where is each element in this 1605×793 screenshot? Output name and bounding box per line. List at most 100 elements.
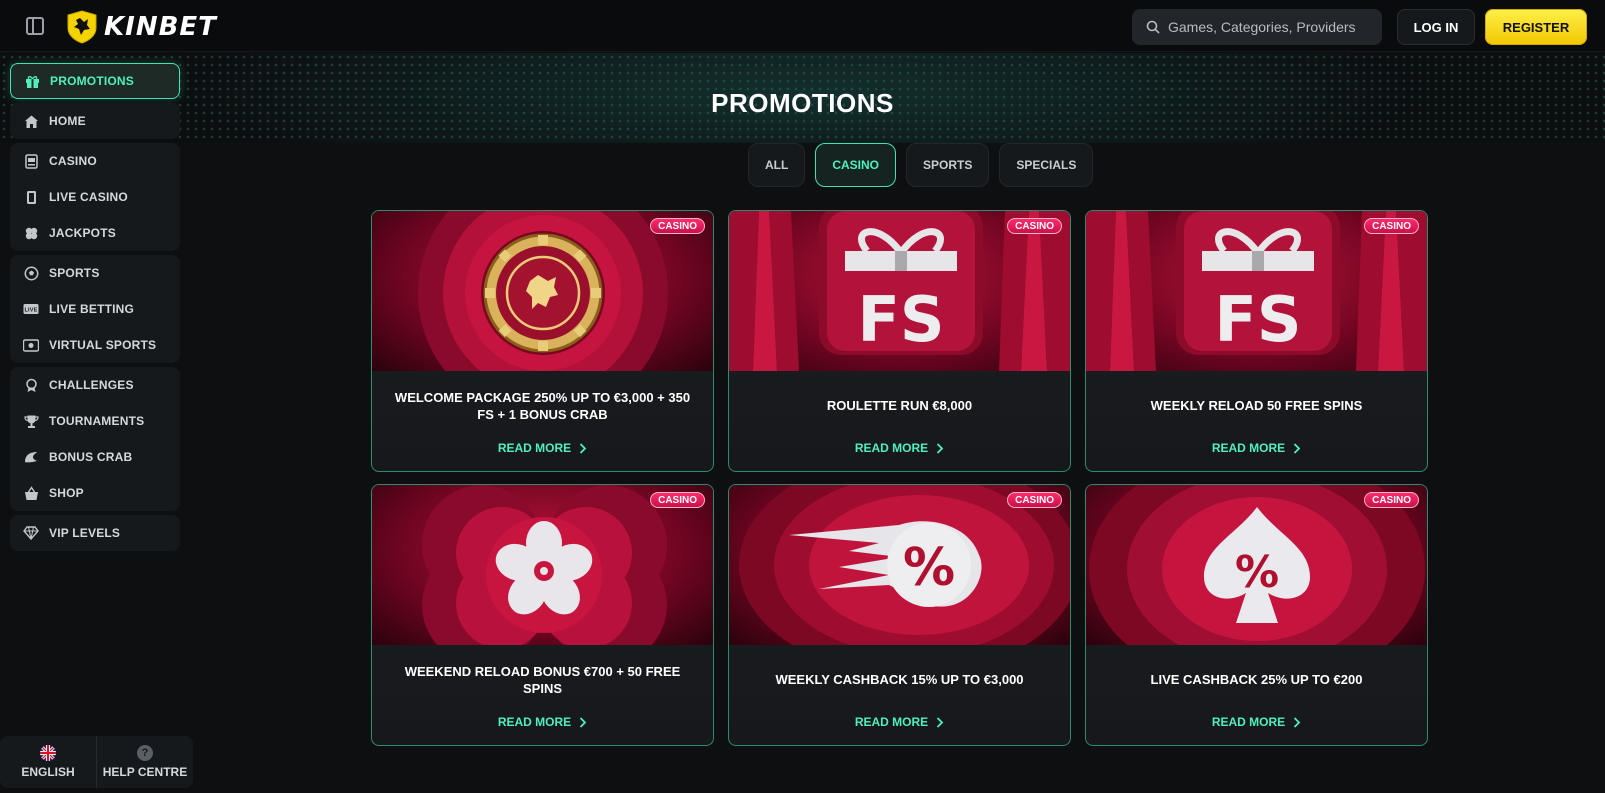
read-more-label: READ MORE [854,441,929,455]
promo-title: WEEKLY CASHBACK 15% UP TO €3,000 [775,672,1024,687]
chevron-right-icon [1294,442,1301,454]
chevron-right-icon [937,716,944,728]
promo-card[interactable]: FS CASINO ROULETTE RUN €8,000 READ MORE [728,210,1071,472]
language-button[interactable]: ENGLISH [0,736,96,788]
sidebar-item-jackpots[interactable]: JACKPOTS [10,215,180,251]
chevron-right-icon [580,716,587,728]
live-icon: LIVE [23,301,39,317]
promo-title: ROULETTE RUN €8,000 [826,398,973,413]
sidebar-item-vip-levels[interactable]: VIP LEVELS [10,515,180,551]
chevron-right-icon [1294,716,1301,728]
promo-card[interactable]: CASINO WELCOME PACKAGE 250% UP TO €3,000… [371,210,714,472]
read-more-link[interactable]: READ MORE [729,715,1070,729]
search-box[interactable] [1132,9,1382,45]
login-button[interactable]: LOG IN [1397,9,1475,45]
sidebar-item-label: LIVE BETTING [49,302,135,316]
sidebar-group: CHALLENGES TOURNAMENTS BONUS CRAB SHOP [10,367,180,511]
promo-title: LIVE CASHBACK 25% UP TO €200 [1150,672,1363,687]
tab-sports[interactable]: SPORTS [906,143,990,187]
category-badge: CASINO [650,492,705,508]
sidebar-item-label: TOURNAMENTS [49,414,145,428]
sidebar-footer: ENGLISH ? HELP CENTRE [0,736,193,788]
read-more-label: READ MORE [497,715,572,729]
promo-image [372,485,713,645]
promo-title: WEEKEND RELOAD BONUS €700 + 50 FREE SPIN… [404,664,681,696]
read-more-link[interactable]: READ MORE [1086,441,1427,455]
sidebar-item-tournaments[interactable]: TOURNAMENTS [10,403,180,439]
category-badge: CASINO [650,218,705,234]
promo-title: WELCOME PACKAGE 250% UP TO €3,000 + 350 … [394,390,691,422]
read-more-label: READ MORE [1211,715,1286,729]
chevron-right-icon [580,442,587,454]
top-bar: KINBET LOG IN REGISTER [0,0,1605,52]
help-centre-button[interactable]: ? HELP CENTRE [96,736,193,788]
register-button[interactable]: REGISTER [1485,9,1587,45]
sidebar-item-virtual-sports[interactable]: VIRTUAL SPORTS [10,327,180,363]
promo-image: FS [1086,211,1427,371]
promo-card[interactable]: CASINO WEEKEND RELOAD BONUS €700 + 50 FR… [371,484,714,746]
promotions-grid: CASINO WELCOME PACKAGE 250% UP TO €3,000… [371,210,1428,746]
sidebar-item-label: SPORTS [49,266,100,280]
sidebar-item-label: VIP LEVELS [49,526,121,540]
sidebar-item-bonus-crab[interactable]: BONUS CRAB [10,439,180,475]
read-more-label: READ MORE [854,715,929,729]
search-input[interactable] [1168,19,1368,35]
category-badge: CASINO [1364,492,1419,508]
help-icon: ? [137,745,153,761]
promo-image: % [729,485,1070,645]
filter-tabs: ALL CASINO SPORTS SPECIALS [748,143,1094,187]
category-badge: CASINO [1007,492,1062,508]
medal-icon [23,377,39,393]
svg-text:FS: FS [1214,283,1301,356]
category-badge: CASINO [1364,218,1419,234]
promo-card[interactable]: % CASINO LIVE CASHBACK 25% UP TO €200 RE… [1085,484,1428,746]
search-icon [1146,20,1160,34]
tab-specials[interactable]: SPECIALS [999,143,1094,187]
trophy-icon [23,413,39,429]
svg-text:%: % [1235,547,1279,598]
help-centre-label: HELP CENTRE [102,765,188,779]
chevron-right-icon [937,442,944,454]
sidebar-item-challenges[interactable]: CHALLENGES [10,367,180,403]
sidebar-item-casino[interactable]: CASINO [10,143,180,179]
football-icon [23,265,39,281]
sidebar-item-shop[interactable]: SHOP [10,475,180,511]
sidebar-toggle-icon[interactable] [26,17,44,35]
sidebar-item-live-casino[interactable]: LIVE CASINO [10,179,180,215]
sidebar-item-label: CHALLENGES [49,378,134,392]
read-more-link[interactable]: READ MORE [729,441,1070,455]
svg-text:%: % [903,538,955,598]
read-more-link[interactable]: READ MORE [372,715,713,729]
language-label: ENGLISH [21,765,75,779]
promo-title: WEEKLY RELOAD 50 FREE SPINS [1150,398,1363,413]
slot-machine-icon [23,153,39,169]
clover-icon [23,225,39,241]
promo-image: FS [729,211,1070,371]
sidebar-item-label: VIRTUAL SPORTS [49,338,157,352]
virtual-icon [23,337,39,353]
sidebar-item-label: CASINO [49,154,97,168]
sidebar-item-live-betting[interactable]: LIVE LIVE BETTING [10,291,180,327]
read-more-link[interactable]: READ MORE [1086,715,1427,729]
read-more-link[interactable]: READ MORE [372,441,713,455]
basket-icon [23,485,39,501]
promo-card[interactable]: FS CASINO WEEKLY RELOAD 50 FREE SPINS RE… [1085,210,1428,472]
logo[interactable]: KINBET [66,10,217,44]
sidebar-item-label: BONUS CRAB [49,450,133,464]
sidebar-item-sports[interactable]: SPORTS [10,255,180,291]
shield-logo-icon [67,10,97,44]
sidebar-item-label: SHOP [49,486,84,500]
logo-text: KINBET [104,12,217,42]
tab-casino[interactable]: CASINO [815,143,896,187]
sidebar-group: CASINO LIVE CASINO JACKPOTS [10,143,180,251]
diamond-icon [23,525,39,541]
sidebar: PROMOTIONS HOME CASINO LIVE CASINO JACKP… [10,63,180,555]
sidebar-item-label: LIVE CASINO [49,190,128,204]
crab-icon [23,449,39,465]
category-badge: CASINO [1007,218,1062,234]
svg-text:FS: FS [857,283,944,356]
read-more-label: READ MORE [1211,441,1286,455]
tab-all[interactable]: ALL [748,143,806,187]
sidebar-group: SPORTS LIVE LIVE BETTING VIRTUAL SPORTS [10,255,180,363]
promo-card[interactable]: % CASINO WEEKLY CASHBACK 15% UP TO €3,00… [728,484,1071,746]
